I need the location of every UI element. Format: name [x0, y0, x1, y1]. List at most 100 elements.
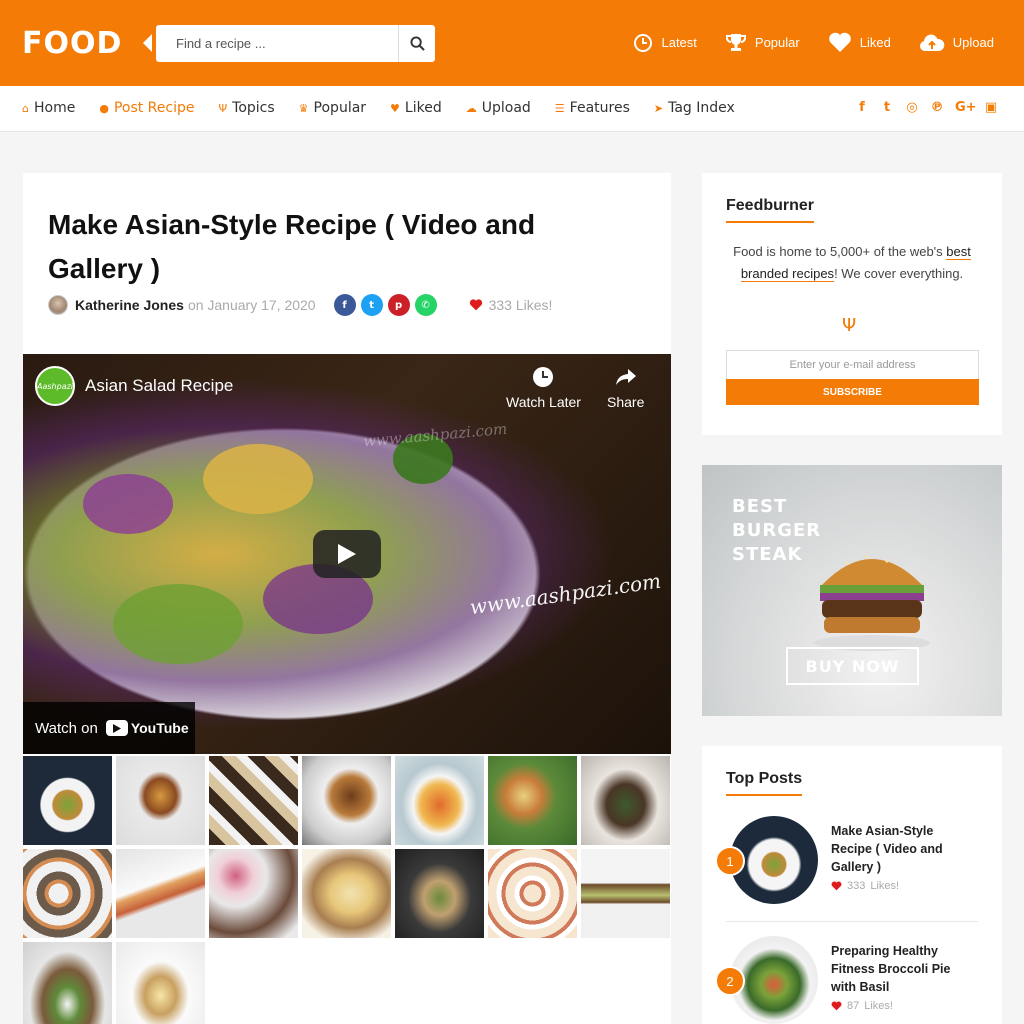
search-button[interactable]: [398, 25, 435, 62]
facebook-icon[interactable]: f: [855, 100, 869, 115]
buy-now-button[interactable]: BUY NOW: [786, 647, 919, 685]
gallery-thumb[interactable]: [116, 942, 205, 1024]
nav-item-tag-index[interactable]: ➤ Tag Index: [654, 100, 735, 116]
search-input[interactable]: [156, 25, 396, 62]
heart-icon: [469, 299, 482, 311]
top-post-item[interactable]: 2 Preparing Healthy Fitness Broccoli Pie…: [715, 936, 978, 1024]
feedburner-text: ! We cover everything.: [834, 266, 964, 281]
gallery-thumb[interactable]: [488, 756, 577, 845]
header-link-latest[interactable]: Latest: [633, 32, 697, 53]
twitter-icon[interactable]: t: [880, 100, 894, 115]
gallery-thumb[interactable]: [488, 849, 577, 938]
watch-later-label: Watch Later: [506, 394, 581, 410]
site-logo[interactable]: FOOD: [22, 26, 122, 61]
share-buttons: f t p ✆: [333, 294, 437, 316]
google-plus-icon[interactable]: G+: [955, 100, 977, 115]
ad-line: BEST: [732, 496, 788, 517]
pinterest-icon[interactable]: ℗: [930, 100, 944, 115]
feedburner-description: Food is home to 5,000+ of the web's best…: [726, 241, 978, 285]
gallery-thumb[interactable]: [209, 756, 298, 845]
top-post-likes: 333 Likes!: [831, 880, 899, 892]
post-meta: Katherine Jones on January 17, 2020 f t …: [48, 294, 553, 316]
subscribe-button[interactable]: SUBSCRIBE: [726, 379, 979, 405]
ad-headline: BEST BURGER STEAK: [732, 495, 821, 567]
top-header: FOOD Latest Popular Liked Upload: [0, 0, 1024, 86]
header-link-popular[interactable]: Popular: [725, 32, 800, 53]
main-nav: ⌂ Home ● Post Recipe Ψ Topics ♛ Popular ♥ Lik…: [0, 86, 1024, 132]
nav-item-upload[interactable]: ☁ Upload: [466, 100, 531, 116]
logo-pointer-icon: [143, 34, 152, 52]
avatar[interactable]: [48, 295, 68, 315]
youtube-label: YouTube: [130, 720, 189, 736]
gallery-thumb[interactable]: [395, 849, 484, 938]
gallery-thumb[interactable]: [116, 756, 205, 845]
feedburner-text: Food is home to 5,000+ of the web's: [733, 244, 947, 259]
gallery-thumb[interactable]: [395, 756, 484, 845]
instagram-icon[interactable]: ◎: [905, 100, 919, 115]
widget-title: Top Posts: [726, 770, 803, 796]
nav-item-post-recipe[interactable]: ● Post Recipe: [99, 100, 194, 116]
rank-badge: 2: [715, 966, 745, 996]
pinterest-icon[interactable]: p: [387, 294, 410, 316]
watch-later-button[interactable]: Watch Later: [506, 366, 581, 410]
video-title[interactable]: Asian Salad Recipe: [85, 376, 233, 396]
nav-label: Features: [569, 100, 630, 116]
nav-label: Home: [33, 100, 76, 116]
rank-badge: 1: [715, 846, 745, 876]
twitter-icon[interactable]: t: [360, 294, 383, 316]
author-name[interactable]: Katherine Jones: [75, 297, 184, 313]
youtube-icon[interactable]: ▣: [984, 100, 998, 115]
likes-label: Likes!: [870, 880, 900, 892]
gallery-thumb[interactable]: [581, 849, 670, 938]
cloud-upload-icon: [919, 34, 945, 51]
burger-ad-banner[interactable]: BEST BURGER STEAK BUY NOW: [702, 465, 1002, 716]
top-post-title[interactable]: Make Asian-Style Recipe ( Video and Gall…: [831, 822, 971, 876]
ad-line: STEAK: [732, 544, 803, 565]
gallery-thumb[interactable]: [302, 756, 391, 845]
search-box: [156, 25, 435, 62]
youtube-play-icon: [105, 720, 128, 736]
trophy-icon: ♛: [298, 101, 309, 115]
nav-label: Popular: [313, 100, 367, 116]
video-player[interactable]: www.aashpazi.com Aashpazi Asian Salad Re…: [23, 354, 671, 754]
like-button[interactable]: 333 Likes!: [469, 297, 553, 313]
nav-item-popular[interactable]: ♛ Popular: [299, 100, 366, 116]
gallery-thumb[interactable]: [581, 756, 670, 845]
likes-label: Likes!: [864, 1000, 893, 1012]
channel-avatar[interactable]: Aashpazi: [35, 366, 75, 406]
fork-knife-icon: Ψ: [842, 315, 857, 336]
whatsapp-icon[interactable]: ✆: [414, 294, 437, 316]
cloud-upload-icon: ☁: [465, 101, 477, 115]
gallery-thumb[interactable]: [116, 849, 205, 938]
top-post-title[interactable]: Preparing Healthy Fitness Broccoli Pie w…: [831, 942, 971, 996]
likes-count: 333 Likes!: [488, 297, 553, 313]
nav-label: Post Recipe: [113, 100, 195, 116]
video-header: Aashpazi Asian Salad Recipe: [35, 366, 233, 406]
salad-decoration: [113, 584, 243, 664]
heart-icon: [831, 1001, 842, 1011]
salad-decoration: [83, 474, 173, 534]
top-posts-widget: Top Posts 1 Make Asian-Style Recipe ( Vi…: [702, 746, 1002, 1024]
post-card: Make Asian-Style Recipe ( Video and Gall…: [23, 173, 671, 1024]
nav-item-liked[interactable]: ♥ Liked: [390, 100, 442, 116]
gallery-thumb[interactable]: [209, 849, 298, 938]
gallery-thumb[interactable]: [23, 756, 112, 845]
nav-item-features[interactable]: ☰ Features: [555, 100, 630, 116]
social-links: f t ◎ ℗ G+ ▣: [855, 100, 998, 115]
header-link-upload[interactable]: Upload: [919, 32, 994, 53]
watch-on-youtube-button[interactable]: Watch on YouTube: [23, 702, 195, 754]
nav-item-home[interactable]: ⌂ Home: [22, 100, 75, 116]
facebook-icon[interactable]: f: [333, 294, 356, 316]
trophy-icon: [725, 33, 746, 51]
gallery-thumb[interactable]: [302, 849, 391, 938]
divider: [726, 921, 978, 922]
gallery-thumb[interactable]: [23, 942, 112, 1024]
top-post-item[interactable]: 1 Make Asian-Style Recipe ( Video and Ga…: [715, 816, 978, 916]
play-button[interactable]: [313, 530, 381, 578]
email-field[interactable]: [726, 350, 979, 380]
video-share-button[interactable]: Share: [607, 366, 644, 410]
gallery-thumb[interactable]: [23, 849, 112, 938]
nav-item-topics[interactable]: Ψ Topics: [218, 100, 274, 116]
heart-icon: ♥: [390, 101, 400, 115]
header-link-liked[interactable]: Liked: [828, 32, 891, 53]
